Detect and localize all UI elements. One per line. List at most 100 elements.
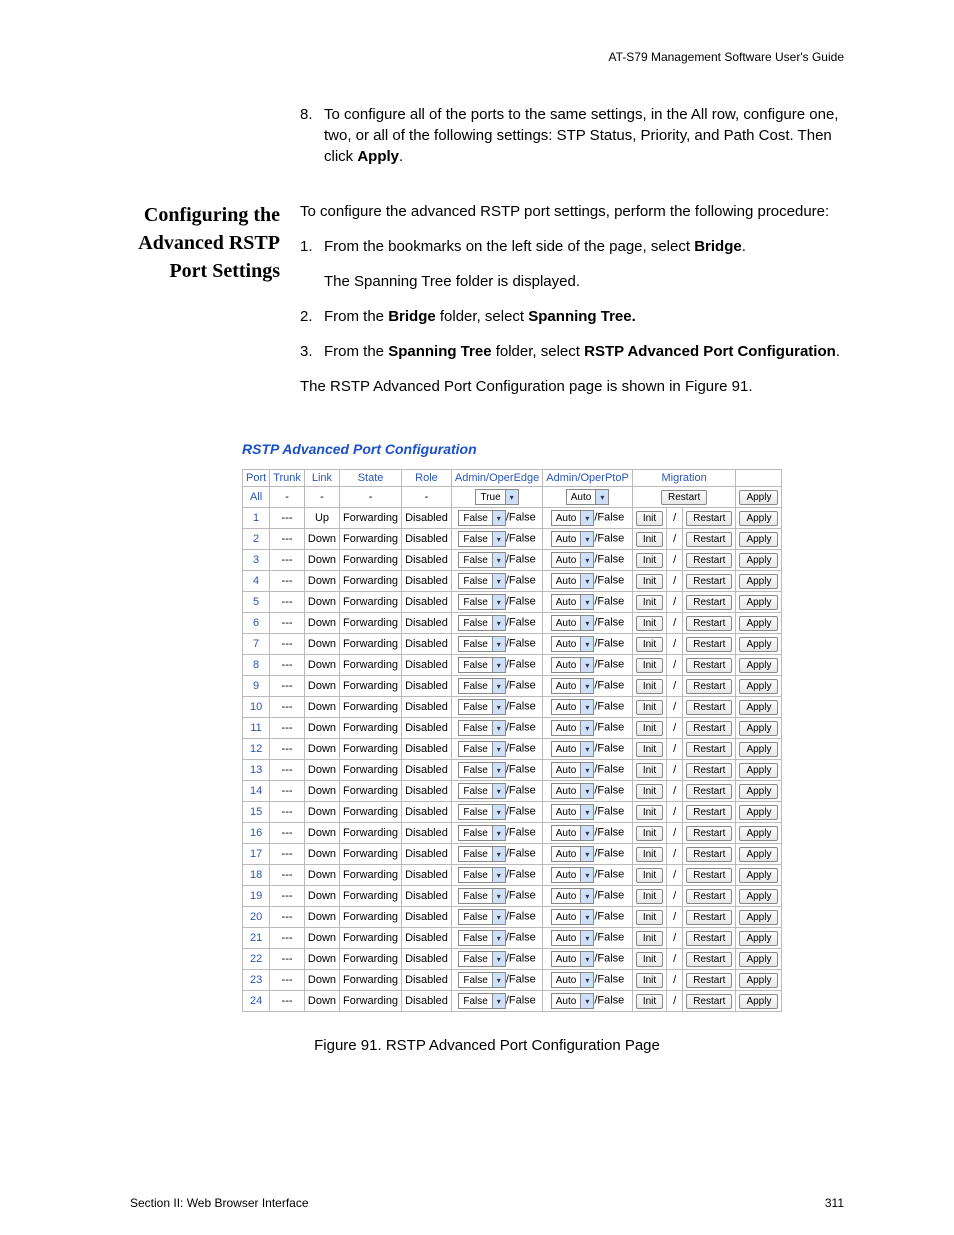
restart-button[interactable]: Restart [686,679,732,694]
restart-button[interactable]: Restart [686,952,732,967]
dropdown[interactable]: Auto▾ [551,657,595,673]
dropdown[interactable]: Auto▾ [551,594,595,610]
dropdown[interactable]: Auto▾ [551,846,595,862]
restart-button[interactable]: Restart [686,805,732,820]
dropdown[interactable]: False▾ [458,657,505,673]
dropdown[interactable]: Auto▾ [551,825,595,841]
dropdown[interactable]: False▾ [458,615,505,631]
init-button[interactable]: Init [636,952,663,967]
apply-button[interactable]: Apply [739,490,778,505]
dropdown[interactable]: False▾ [458,762,505,778]
dropdown[interactable]: False▾ [458,594,505,610]
apply-button[interactable]: Apply [739,616,778,631]
init-button[interactable]: Init [636,868,663,883]
restart-button[interactable]: Restart [686,700,732,715]
dropdown[interactable]: Auto▾ [551,636,595,652]
apply-button[interactable]: Apply [739,532,778,547]
apply-button[interactable]: Apply [739,805,778,820]
init-button[interactable]: Init [636,658,663,673]
dropdown[interactable]: Auto▾ [551,510,595,526]
apply-button[interactable]: Apply [739,574,778,589]
apply-button[interactable]: Apply [739,826,778,841]
restart-button[interactable]: Restart [686,931,732,946]
init-button[interactable]: Init [636,574,663,589]
dropdown[interactable]: False▾ [458,993,505,1009]
restart-button[interactable]: Restart [686,994,732,1009]
dropdown[interactable]: Auto▾ [566,489,610,505]
dropdown[interactable]: False▾ [458,825,505,841]
restart-button[interactable]: Restart [686,637,732,652]
dropdown[interactable]: False▾ [458,699,505,715]
init-button[interactable]: Init [636,553,663,568]
apply-button[interactable]: Apply [739,511,778,526]
apply-button[interactable]: Apply [739,721,778,736]
apply-button[interactable]: Apply [739,700,778,715]
dropdown[interactable]: False▾ [458,867,505,883]
dropdown[interactable]: Auto▾ [551,699,595,715]
init-button[interactable]: Init [636,679,663,694]
dropdown[interactable]: Auto▾ [551,720,595,736]
init-button[interactable]: Init [636,511,663,526]
dropdown[interactable]: Auto▾ [551,615,595,631]
dropdown[interactable]: Auto▾ [551,993,595,1009]
init-button[interactable]: Init [636,805,663,820]
restart-button[interactable]: Restart [686,889,732,904]
restart-button[interactable]: Restart [686,616,732,631]
dropdown[interactable]: Auto▾ [551,888,595,904]
apply-button[interactable]: Apply [739,679,778,694]
apply-button[interactable]: Apply [739,763,778,778]
restart-button[interactable]: Restart [661,490,707,505]
restart-button[interactable]: Restart [686,553,732,568]
apply-button[interactable]: Apply [739,952,778,967]
dropdown[interactable]: False▾ [458,888,505,904]
init-button[interactable]: Init [636,889,663,904]
init-button[interactable]: Init [636,826,663,841]
dropdown[interactable]: Auto▾ [551,678,595,694]
dropdown[interactable]: False▾ [458,930,505,946]
restart-button[interactable]: Restart [686,658,732,673]
restart-button[interactable]: Restart [686,910,732,925]
init-button[interactable]: Init [636,931,663,946]
restart-button[interactable]: Restart [686,826,732,841]
restart-button[interactable]: Restart [686,721,732,736]
dropdown[interactable]: False▾ [458,741,505,757]
restart-button[interactable]: Restart [686,847,732,862]
restart-button[interactable]: Restart [686,511,732,526]
dropdown[interactable]: False▾ [458,678,505,694]
apply-button[interactable]: Apply [739,868,778,883]
init-button[interactable]: Init [636,910,663,925]
apply-button[interactable]: Apply [739,637,778,652]
apply-button[interactable]: Apply [739,742,778,757]
dropdown[interactable]: Auto▾ [551,972,595,988]
dropdown[interactable]: Auto▾ [551,531,595,547]
init-button[interactable]: Init [636,784,663,799]
restart-button[interactable]: Restart [686,574,732,589]
init-button[interactable]: Init [636,721,663,736]
init-button[interactable]: Init [636,994,663,1009]
apply-button[interactable]: Apply [739,973,778,988]
dropdown[interactable]: False▾ [458,531,505,547]
dropdown[interactable]: True▾ [475,489,518,505]
dropdown[interactable]: Auto▾ [551,762,595,778]
restart-button[interactable]: Restart [686,784,732,799]
dropdown[interactable]: False▾ [458,552,505,568]
dropdown[interactable]: Auto▾ [551,783,595,799]
restart-button[interactable]: Restart [686,868,732,883]
dropdown[interactable]: Auto▾ [551,552,595,568]
dropdown[interactable]: False▾ [458,846,505,862]
dropdown[interactable]: False▾ [458,720,505,736]
dropdown[interactable]: False▾ [458,510,505,526]
dropdown[interactable]: False▾ [458,573,505,589]
restart-button[interactable]: Restart [686,973,732,988]
init-button[interactable]: Init [636,616,663,631]
dropdown[interactable]: Auto▾ [551,930,595,946]
dropdown[interactable]: Auto▾ [551,909,595,925]
init-button[interactable]: Init [636,847,663,862]
dropdown[interactable]: False▾ [458,951,505,967]
apply-button[interactable]: Apply [739,931,778,946]
init-button[interactable]: Init [636,700,663,715]
restart-button[interactable]: Restart [686,763,732,778]
dropdown[interactable]: False▾ [458,636,505,652]
restart-button[interactable]: Restart [686,742,732,757]
dropdown[interactable]: False▾ [458,783,505,799]
